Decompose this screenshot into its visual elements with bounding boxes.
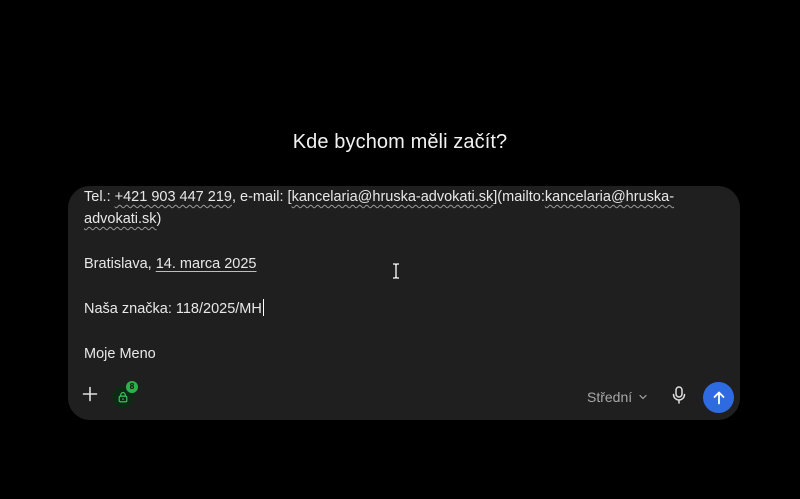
plus-icon [82, 386, 98, 402]
text-caret [262, 299, 264, 316]
microphone-icon [672, 386, 686, 404]
message-input[interactable]: Tel.: +421 903 447 219, e-mail: [kancela… [84, 186, 714, 364]
text-cursor-icon [393, 263, 399, 279]
signature-line: Moje Meno [84, 346, 156, 362]
voice-input-button[interactable] [670, 384, 688, 406]
place-text: Bratislava, [84, 256, 156, 272]
reference-text: Naša značka: 118/2025/MH [84, 301, 262, 317]
phone-number: +421 903 447 219 [114, 189, 232, 205]
tools-count-badge: 8 [126, 381, 138, 393]
page-title: Kde bychom měli začít? [292, 131, 508, 153]
send-button[interactable] [703, 382, 734, 413]
model-selector[interactable]: Střední [587, 386, 648, 408]
date-text: 14. marca 2025 [155, 256, 257, 272]
mailto-prefix: ](mailto: [493, 189, 545, 205]
chevron-down-icon [639, 394, 647, 400]
mailto-close: ) [156, 211, 162, 227]
composer-toolbar: 8 Střední [68, 379, 740, 415]
lock-icon [118, 392, 128, 403]
message-composer: Tel.: +421 903 447 219, e-mail: [kancela… [68, 186, 740, 420]
email-text: kancelaria@hruska-advokati.sk [291, 189, 494, 205]
contact-prefix: Tel.: [84, 189, 115, 205]
arrow-up-icon [713, 391, 724, 404]
mailto-email-part1: kancelaria@hruska- [544, 189, 675, 205]
reference-line: Naša značka: 118/2025/MH [84, 298, 714, 320]
contact-line: Tel.: +421 903 447 219, e-mail: [kancela… [84, 186, 714, 230]
add-attachment-button[interactable] [80, 384, 100, 404]
mailto-email-part2: advokati.sk [84, 211, 157, 227]
page: Kde bychom měli začít? Tel.: +421 903 44… [0, 0, 800, 499]
email-prefix: , e-mail: [ [231, 189, 292, 205]
model-label: Střední [587, 389, 633, 405]
